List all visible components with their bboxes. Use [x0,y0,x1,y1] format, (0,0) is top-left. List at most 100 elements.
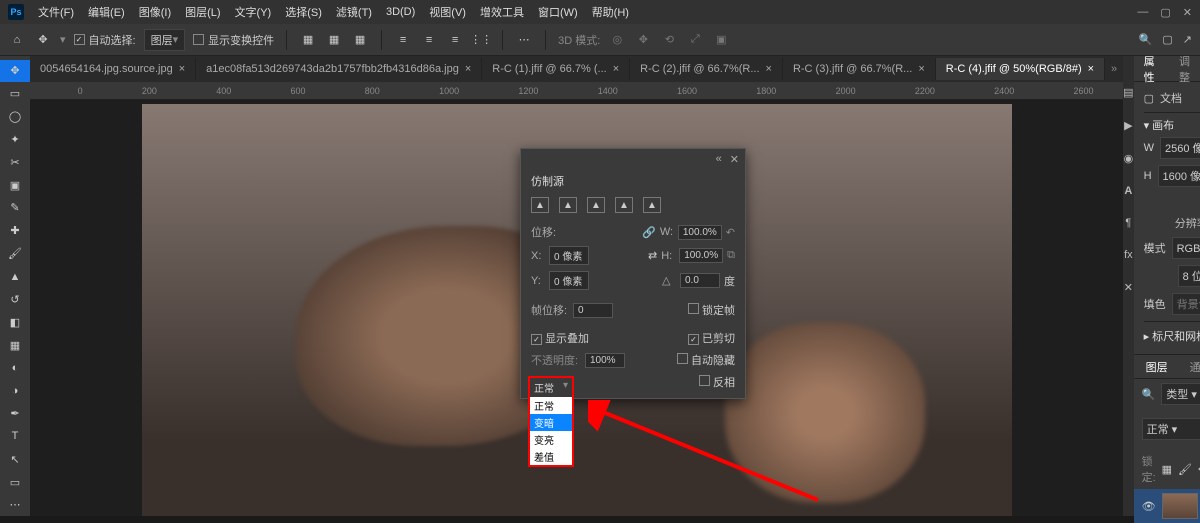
path-tool[interactable]: ↖ [0,448,30,470]
dodge-tool[interactable]: ◑ [0,380,30,402]
link-icon[interactable]: 🔗 [642,226,656,239]
eraser-tool[interactable]: ◧ [0,311,30,333]
tab-close-icon[interactable]: × [918,63,924,75]
move-tool[interactable]: ✥ [0,60,30,82]
overlay-blend-dropdown[interactable]: 正常▾ 正常 变暗 变亮 差值 [528,376,574,467]
menu-select[interactable]: 选择(S) [279,1,328,23]
3d-scale-icon[interactable]: ⤢ [686,31,704,49]
frame-offset-input[interactable]: 0 [573,303,613,318]
menu-image[interactable]: 图像(I) [133,1,177,23]
doc-tab-5[interactable]: R-C (4).jfif @ 50%(RGB/8#)× [936,58,1105,80]
tab-layers[interactable]: 图层 [1140,355,1174,379]
link-wh-icon[interactable]: ⧉ [727,249,735,262]
clipped-check[interactable]: ✓ 已剪切 [688,330,735,346]
x-input[interactable]: 0 像素 [549,246,589,265]
source-1-icon[interactable]: ▲ [531,197,549,213]
home-icon[interactable]: ⌂ [8,31,26,49]
depth-select[interactable]: 8 位/通道 ▾ [1178,265,1200,287]
align-right-icon[interactable]: ▦ [351,31,369,49]
lock-trans-icon[interactable]: ▦ [1162,463,1172,476]
h-input[interactable]: 100.0% [679,248,723,263]
3d-move-icon[interactable]: ⟲ [660,31,678,49]
menu-3d[interactable]: 3D(D) [380,3,421,21]
gradient-tool[interactable]: ▦ [0,334,30,356]
menu-plugins[interactable]: 增效工具 [474,1,530,23]
dropdown-option-normal[interactable]: 正常 [530,397,572,414]
3d-camera-icon[interactable]: ▣ [712,31,730,49]
height-input[interactable]: 1600 像素 [1158,165,1200,187]
search-icon[interactable]: 🔍 [1139,33,1153,46]
source-2-icon[interactable]: ▲ [559,197,577,213]
auto-select-target[interactable]: 图层 ▾ [144,29,186,51]
panel-close-icon[interactable]: ✕ [730,153,739,166]
tool-preset-icon[interactable]: ✕ [1124,281,1133,294]
tab-close-icon[interactable]: × [1088,63,1094,75]
close-icon[interactable]: ✕ [1183,6,1192,19]
lock-paint-icon[interactable]: 🖌 [1178,463,1192,476]
brush-tool[interactable]: 🖌 [0,243,30,265]
menu-filter[interactable]: 滤镜(T) [330,1,378,23]
align-top-icon[interactable]: ≡ [394,31,412,49]
menu-layer[interactable]: 图层(L) [179,1,226,23]
source-4-icon[interactable]: ▲ [615,197,633,213]
show-transform-check[interactable]: 显示变换控件 [193,32,274,48]
doc-tab-4[interactable]: R-C (3).jfif @ 66.7%(R...× [783,58,936,80]
source-3-icon[interactable]: ▲ [587,197,605,213]
color-panel-icon[interactable]: ▤ [1123,86,1133,99]
more-icon[interactable]: ⋯ [515,31,533,49]
minimize-icon[interactable]: ― [1137,6,1148,19]
align-center-icon[interactable]: ▦ [325,31,343,49]
crop-tool[interactable]: ✂ [0,151,30,173]
history-brush-tool[interactable]: ↺ [0,288,30,310]
fill-select[interactable]: 背景色 [1172,293,1200,315]
dropdown-selected[interactable]: 正常▾ [530,378,572,397]
3d-pan-icon[interactable]: ✥ [634,31,652,49]
tab-close-icon[interactable]: × [179,63,185,75]
visibility-icon[interactable]: 👁 [1142,500,1156,513]
blend-mode[interactable]: 正常 ▾ [1142,418,1200,440]
align-middle-icon[interactable]: ≡ [420,31,438,49]
canvas-section[interactable]: ▾ 画布 [1144,120,1175,132]
mode-select[interactable]: RGB 颜色 ▾ [1172,237,1200,259]
distribute-icon[interactable]: ⋮⋮ [472,31,490,49]
width-input[interactable]: 2560 像素 [1160,137,1200,159]
align-left-icon[interactable]: ▦ [299,31,317,49]
invert-check[interactable]: 反相 [699,374,735,390]
dropdown-option-difference[interactable]: 差值 [530,448,572,465]
show-overlay-check[interactable]: ✓ 显示叠加 [531,330,589,346]
flip-icon[interactable]: ⇄ [648,249,657,262]
maximize-icon[interactable]: ▢ [1160,6,1170,19]
frame-tool[interactable]: ▣ [0,174,30,196]
tab-channels[interactable]: 通道 [1184,355,1200,379]
blur-tool[interactable]: ◐ [0,357,30,379]
w-input[interactable]: 100.0% [678,225,722,240]
clone-source-panel[interactable]: «✕ 仿制源 ▲ ▲ ▲ ▲ ▲ 位移: 🔗 W: 100.0% ↶ X: 0 … [520,148,746,399]
filter-type[interactable]: 类型 ▾ [1161,383,1200,405]
tab-close-icon[interactable]: × [613,63,619,75]
angle-input[interactable]: 0.0 [680,273,720,288]
tabs-overflow-icon[interactable]: » [1105,63,1123,75]
reset-icon[interactable]: ↶ [726,226,735,239]
layer-thumb[interactable] [1162,493,1198,519]
menu-file[interactable]: 文件(F) [32,1,80,23]
auto-select-check[interactable]: ✓自动选择: [74,32,136,48]
filter-icon[interactable]: 🔍 [1142,388,1156,401]
marquee-tool[interactable]: ▭ [0,83,30,105]
more-tools[interactable]: ⋯ [0,494,30,516]
overlay-opacity-input[interactable]: 100% [585,353,625,368]
menu-help[interactable]: 帮助(H) [586,1,635,23]
tab-close-icon[interactable]: × [766,63,772,75]
dropdown-option-darken[interactable]: 变暗 [530,414,572,431]
lasso-tool[interactable]: ◯ [0,106,30,128]
doc-tab-1[interactable]: a1ec08fa513d269743da2b1757fbb2fb4316d86a… [196,58,482,80]
menu-type[interactable]: 文字(Y) [229,1,278,23]
wand-tool[interactable]: ✦ [0,129,30,151]
ruler-grid-section[interactable]: ▸ 标尺和网格 [1144,331,1200,343]
align-bottom-icon[interactable]: ≡ [446,31,464,49]
dropdown-option-lighten[interactable]: 变亮 [530,431,572,448]
y-input[interactable]: 0 像素 [549,271,589,290]
lock-frame-check[interactable]: 锁定帧 [688,302,735,318]
panel-collapse-icon[interactable]: « [716,153,722,165]
workspace-icon[interactable]: ▢ [1162,33,1172,46]
menu-view[interactable]: 视图(V) [423,1,472,23]
